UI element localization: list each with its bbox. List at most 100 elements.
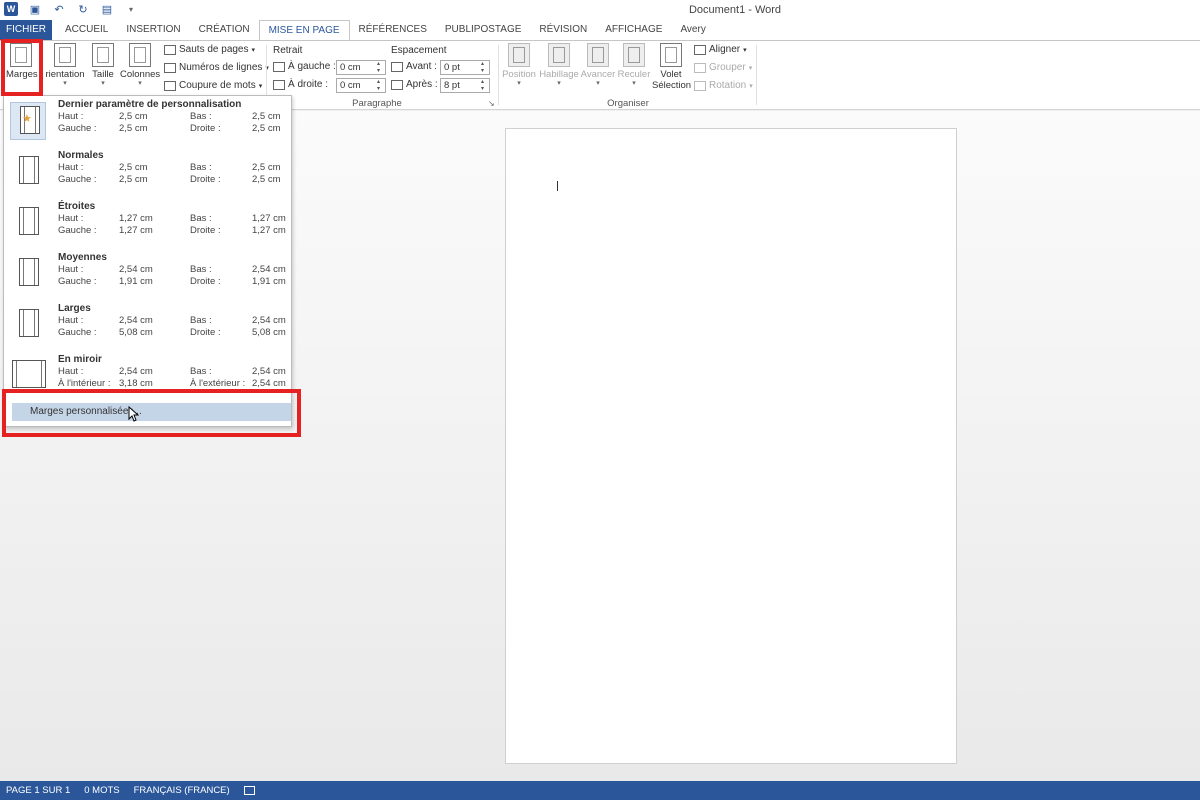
volet-selection-button[interactable]: Volet Sélection: [652, 41, 691, 91]
undo-icon[interactable]: ↶: [52, 2, 66, 16]
taille-label: Taille: [92, 69, 114, 80]
habillage-button[interactable]: Habillage ▾: [538, 41, 580, 88]
avancer-button[interactable]: Avancer ▾: [580, 41, 616, 88]
print-preview-icon[interactable]: ▤: [100, 2, 114, 16]
chevron-down-icon: ▾: [138, 80, 142, 87]
margin-option-normales[interactable]: Normales Haut : 2,5 cm Bas : 2,5 cm Gauc…: [4, 147, 291, 198]
tab-creation[interactable]: CRÉATION: [190, 20, 259, 40]
margin-option-etroites[interactable]: Étroites Haut : 1,27 cm Bas : 1,27 cm Ga…: [4, 198, 291, 249]
spacing-before-field[interactable]: 0 pt: [440, 60, 490, 75]
chevron-down-icon: ▾: [748, 64, 753, 72]
indent-right-row: À droite :: [273, 79, 328, 90]
text-wrap-icon: [548, 43, 570, 67]
orientation-button[interactable]: rientation ▾: [44, 41, 86, 88]
indent-right-icon: [273, 79, 285, 90]
ribbon-tabs: FICHIER ACCUEIL INSERTION CRÉATION MISE …: [0, 20, 1200, 41]
bring-forward-icon: [587, 43, 609, 67]
spacing-after-row: Après :: [391, 79, 438, 90]
tab-fichier[interactable]: FICHIER: [0, 20, 52, 40]
dialog-launcher-icon[interactable]: ↘: [488, 99, 495, 108]
tab-avery[interactable]: Avery: [671, 20, 714, 40]
indent-right-field[interactable]: 0 cm: [336, 78, 386, 93]
spacing-after-field[interactable]: 8 pt: [440, 78, 490, 93]
tab-references[interactable]: RÉFÉRENCES: [350, 20, 436, 40]
chevron-down-icon: ▾: [632, 80, 636, 87]
line-numbers-icon: [164, 62, 176, 73]
reculer-button[interactable]: Reculer ▾: [617, 41, 651, 88]
normal-margins-icon: [10, 153, 46, 191]
chevron-down-icon: ▾: [101, 80, 105, 87]
selection-pane-icon: [660, 43, 682, 67]
rotate-icon: [694, 80, 706, 91]
tab-mise-en-page[interactable]: MISE EN PAGE: [258, 20, 350, 41]
chevron-down-icon: ▾: [557, 80, 561, 87]
columns-icon: [129, 43, 151, 67]
margin-option-en-miroir[interactable]: En miroir Haut : 2,54 cm Bas : 2,54 cm À…: [4, 351, 291, 402]
custom-margins-thumbnail-icon: ★: [10, 102, 46, 140]
wide-margins-icon: [10, 306, 46, 344]
tab-publipostage[interactable]: PUBLIPOSTAGE: [436, 20, 531, 40]
page-count[interactable]: PAGE 1 SUR 1: [6, 785, 70, 796]
tab-revision[interactable]: RÉVISION: [530, 20, 596, 40]
spacing-before-row: Avant :: [391, 61, 437, 72]
customize-qat-icon[interactable]: ▾: [124, 2, 138, 16]
spacing-after-icon: [391, 79, 403, 90]
espacement-header: Espacement: [391, 45, 447, 56]
window-title: Document1 - Word: [688, 4, 782, 16]
redo-icon[interactable]: ↻: [76, 2, 90, 16]
send-backward-icon: [623, 43, 645, 67]
moderate-margins-icon: [10, 255, 46, 293]
colonnes-button[interactable]: Colonnes ▾: [120, 41, 160, 88]
group-divider: [498, 45, 499, 105]
margins-icon: [10, 43, 32, 67]
word-count[interactable]: 0 MOTS: [84, 785, 119, 796]
tab-insertion[interactable]: INSERTION: [117, 20, 189, 40]
narrow-margins-icon: [10, 204, 46, 242]
retrait-header: Retrait: [273, 45, 303, 56]
chevron-down-icon: ▾: [517, 80, 521, 87]
position-button[interactable]: Position ▾: [502, 41, 536, 88]
chevron-down-icon: ▾: [743, 46, 747, 54]
sauts-de-pages-button[interactable]: Sauts de pages ▾: [164, 44, 255, 55]
aligner-button[interactable]: Aligner ▾: [694, 44, 747, 55]
taille-button[interactable]: Taille ▾: [90, 41, 116, 88]
tab-affichage[interactable]: AFFICHAGE: [596, 20, 671, 40]
marges-label: Marges: [6, 69, 38, 80]
status-bar: PAGE 1 SUR 1 0 MOTS FRANÇAIS (FRANCE): [0, 781, 1200, 800]
colonnes-label: Colonnes: [120, 69, 161, 80]
spacing-before-icon: [391, 61, 403, 72]
chevron-down-icon: ▾: [596, 80, 600, 87]
margin-option-dernier[interactable]: ★ Dernier paramètre de personnalisation …: [4, 96, 291, 147]
coupure-de-mots-button[interactable]: Coupure de mots ▾: [164, 80, 262, 91]
orientation-label: rientation: [45, 69, 85, 80]
chevron-down-icon: ▾: [749, 82, 753, 90]
hyphenation-icon: [164, 80, 176, 91]
group-label-organiser: Organiser: [607, 98, 649, 109]
indent-left-row: À gauche :: [273, 61, 336, 72]
group-label-paragraphe: Paragraphe: [352, 98, 402, 109]
group-icon: [694, 62, 706, 73]
language-status[interactable]: FRANÇAIS (FRANCE): [134, 785, 230, 796]
numeros-de-lignes-button[interactable]: Numéros de lignes ▾: [164, 62, 269, 73]
indent-left-icon: [273, 61, 285, 72]
orientation-icon: [54, 43, 76, 67]
chevron-down-icon: ▾: [63, 80, 67, 87]
save-icon[interactable]: ▣: [28, 2, 42, 16]
star-icon: ★: [22, 113, 32, 125]
macro-record-icon[interactable]: [243, 786, 255, 795]
mirrored-margins-icon: [10, 357, 46, 395]
tab-accueil[interactable]: ACCUEIL: [56, 20, 117, 40]
margin-option-moyennes[interactable]: Moyennes Haut : 2,54 cm Bas : 2,54 cm Ga…: [4, 249, 291, 300]
custom-margins-menu-item[interactable]: Marges personnalisées...: [12, 403, 291, 421]
rotation-button[interactable]: Rotation ▾: [694, 80, 753, 91]
marges-button[interactable]: Marges: [6, 41, 38, 80]
position-icon: [508, 43, 530, 67]
quick-access-toolbar: W ▣ ↶ ↻ ▤ ▾: [4, 2, 138, 16]
text-cursor: [557, 181, 558, 191]
margins-dropdown: ★ Dernier paramètre de personnalisation …: [3, 95, 292, 427]
grouper-button[interactable]: Grouper ▾: [694, 62, 752, 73]
mouse-cursor-icon: [128, 406, 140, 422]
indent-left-field[interactable]: 0 cm: [336, 60, 386, 75]
margin-option-larges[interactable]: Larges Haut : 2,54 cm Bas : 2,54 cm Gauc…: [4, 300, 291, 351]
document-page[interactable]: [505, 128, 957, 764]
